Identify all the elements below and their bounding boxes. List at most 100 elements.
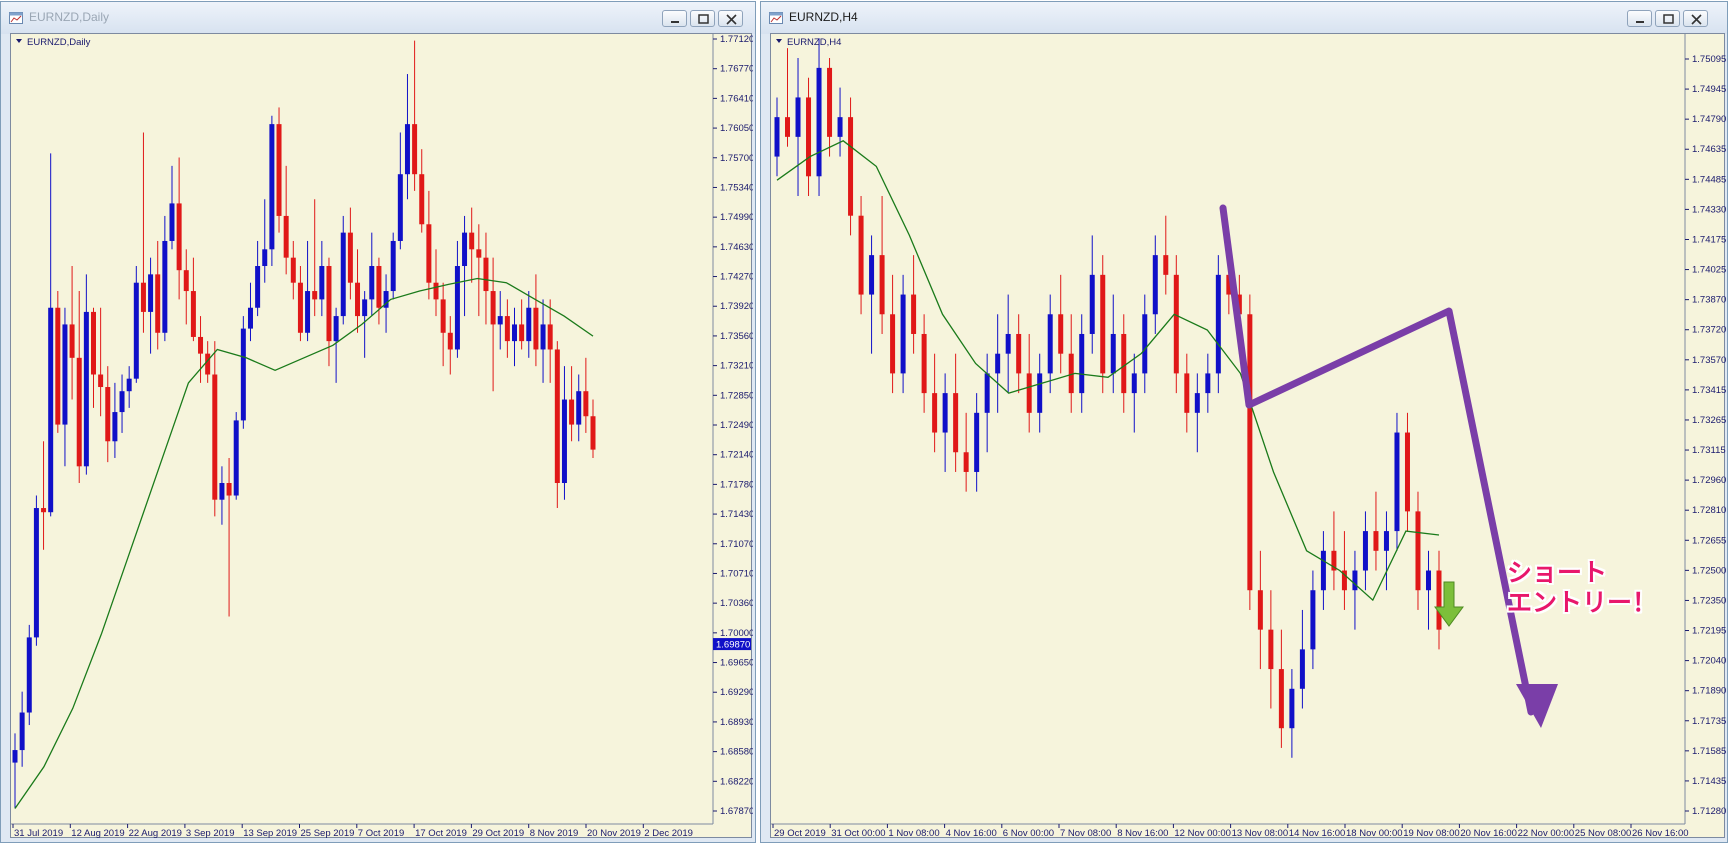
candle-body <box>469 232 475 250</box>
candle-body <box>347 232 353 283</box>
y-tick-label: 1.72810 <box>1692 505 1726 516</box>
x-tick-label: 6 Nov 00:00 <box>1003 828 1054 839</box>
title-bar-h4[interactable]: EURNZD,H4 <box>761 2 1727 34</box>
candle-body <box>290 257 296 283</box>
candle-body <box>848 117 854 216</box>
y-tick-label: 1.72960 <box>1692 475 1726 486</box>
candlestick-chart-daily[interactable]: 1.77120 1.76770 1.76410 1.76050 1.75700 1.753… <box>11 34 753 839</box>
candle-body <box>1268 629 1274 670</box>
chart-area-daily[interactable]: 1.77120 1.76770 1.76410 1.76050 1.75700 1.753… <box>10 33 753 839</box>
candle-body <box>1205 373 1211 394</box>
candle-body <box>583 391 589 417</box>
chart-window-daily[interactable]: EURNZD,Daily 1.77120 1.76770 1.76410 1.7605… <box>0 1 756 843</box>
y-tick-label: 1.74025 <box>1692 265 1726 276</box>
candle-body <box>974 412 980 472</box>
candle-body <box>1436 570 1442 630</box>
x-tick-label: 8 Nov 2019 <box>530 828 579 839</box>
candle-body <box>1310 590 1316 650</box>
restore-button[interactable] <box>690 10 715 27</box>
candle-body <box>561 399 567 484</box>
y-tick-label: 1.74330 <box>1692 204 1726 215</box>
candle-body <box>190 291 196 337</box>
candle-body <box>247 307 253 329</box>
x-tick-label: 25 Nov 08:00 <box>1575 828 1632 839</box>
candle-body <box>433 282 439 300</box>
candle-body <box>526 307 532 342</box>
chart-window-icon <box>9 12 23 24</box>
y-tick-label: 1.69650 <box>720 658 753 669</box>
minimize-button[interactable] <box>662 10 687 27</box>
candle-body <box>921 333 927 394</box>
candle-body <box>198 336 204 354</box>
y-tick-label: 1.73115 <box>1692 445 1726 456</box>
x-tick-label: 13 Sep 2019 <box>243 828 297 839</box>
y-tick-label: 1.68580 <box>720 747 753 758</box>
restore-button[interactable] <box>1655 10 1680 27</box>
candle-body <box>816 67 822 177</box>
window-title: EURNZD,H4 <box>789 10 858 24</box>
window-title: EURNZD,Daily <box>29 10 110 24</box>
candle-body <box>984 373 990 413</box>
candle-body <box>963 452 969 472</box>
candle-body <box>1037 373 1043 413</box>
x-tick-label: 3 Sep 2019 <box>186 828 235 839</box>
y-tick-label: 1.73720 <box>1692 325 1726 336</box>
candle-body <box>276 124 282 216</box>
candle-body <box>333 316 339 342</box>
x-tick-label: 12 Aug 2019 <box>71 828 124 839</box>
candle-body <box>133 282 139 379</box>
candle-body <box>476 249 482 258</box>
candle-body <box>1194 393 1200 413</box>
x-tick-label: 7 Oct 2019 <box>358 828 404 839</box>
candle-body <box>869 255 875 295</box>
candle-body <box>262 249 268 267</box>
candle-body <box>932 393 938 433</box>
y-tick-label: 1.76770 <box>720 64 753 75</box>
y-tick-label: 1.72655 <box>1692 535 1726 546</box>
candle-body <box>576 391 582 425</box>
candle-body <box>497 316 503 325</box>
x-tick-label: 26 Nov 16:00 <box>1632 828 1689 839</box>
candle-body <box>1142 314 1148 374</box>
candle-body <box>419 174 425 225</box>
candle-body <box>55 307 61 425</box>
candle-body <box>512 324 518 342</box>
candle-body <box>911 294 917 334</box>
candle-body <box>1383 531 1389 551</box>
symbol-label: EURNZD,Daily <box>27 37 91 48</box>
y-tick-label: 1.72040 <box>1692 656 1726 667</box>
candle-body <box>827 67 833 137</box>
x-tick-label: 25 Sep 2019 <box>301 828 355 839</box>
y-tick-label: 1.72350 <box>1692 595 1726 606</box>
y-tick-label: 1.73570 <box>1692 355 1726 366</box>
candlestick-chart-h4[interactable]: 1.75095 1.74945 1.74790 1.74635 1.74485 1.743… <box>771 34 1726 839</box>
candle-body <box>858 215 864 295</box>
candle-body <box>397 174 403 241</box>
x-tick-label: 13 Nov 08:00 <box>1232 828 1289 839</box>
y-tick-label: 1.73870 <box>1692 295 1726 306</box>
candle-body <box>462 232 468 267</box>
candle-body <box>148 274 154 312</box>
candle-body <box>785 117 791 137</box>
candle-body <box>305 291 311 333</box>
minimize-button[interactable] <box>1627 10 1652 27</box>
candle-body <box>806 97 812 177</box>
x-tick-label: 8 Nov 16:00 <box>1117 828 1168 839</box>
candle-body <box>547 324 553 350</box>
moving-average-line <box>776 140 1440 602</box>
y-tick-label: 1.71735 <box>1692 716 1726 727</box>
candle-body <box>1289 688 1295 729</box>
x-tick-label: 2 Dec 2019 <box>644 828 693 839</box>
title-bar-daily[interactable]: EURNZD,Daily <box>1 2 755 34</box>
chart-area-h4[interactable]: 1.75095 1.74945 1.74790 1.74635 1.74485 1.743… <box>770 33 1726 839</box>
candle-body <box>212 374 218 500</box>
candle-body <box>504 316 510 342</box>
candle-body <box>1352 570 1358 591</box>
y-tick-label: 1.75700 <box>720 153 753 164</box>
chart-window-h4[interactable]: EURNZD,H4 1.75095 1.74945 1.74790 1.74635 1.… <box>760 1 1728 843</box>
close-button[interactable] <box>718 10 743 27</box>
y-tick-label: 1.71430 <box>720 509 753 520</box>
candle-body <box>1079 333 1085 394</box>
minimize-icon <box>1636 21 1644 23</box>
close-button[interactable] <box>1683 10 1708 27</box>
